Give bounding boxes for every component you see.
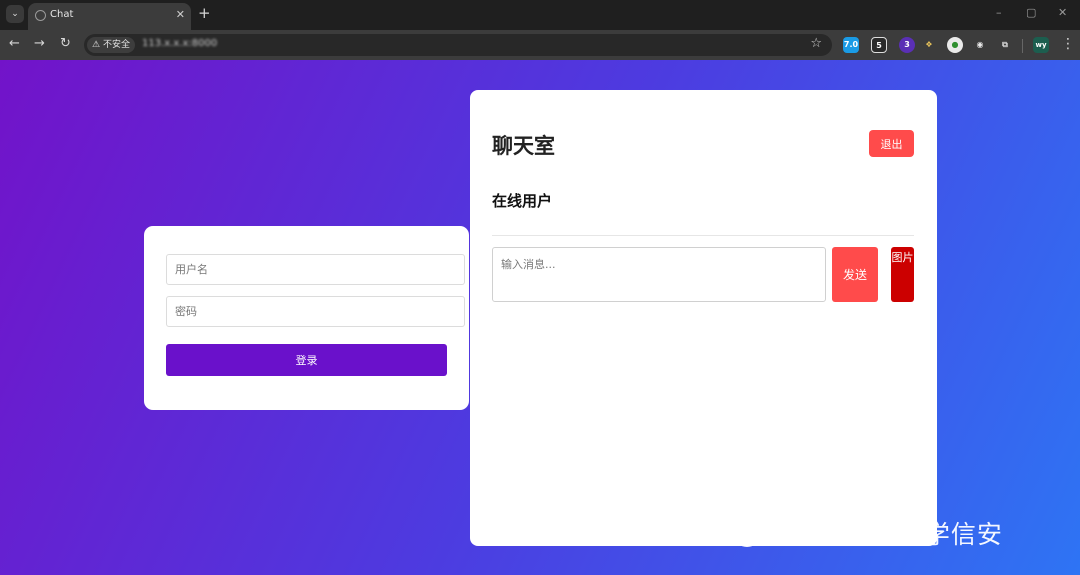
address-bar[interactable]: ⚠ 不安全 113.x.x.x:8000 ☆ xyxy=(84,34,832,56)
extension-icon[interactable]: 7.0 xyxy=(843,37,859,53)
password-input[interactable] xyxy=(166,296,465,327)
browser-tab[interactable]: Chat ✕ xyxy=(28,3,191,30)
extension-icon[interactable]: 3 xyxy=(899,37,915,53)
security-indicator[interactable]: ⚠ 不安全 xyxy=(87,37,135,53)
security-label: 不安全 xyxy=(102,40,130,50)
toolbar-divider xyxy=(1022,39,1023,53)
browser-toolbar: ← → ↻ ⚠ 不安全 113.x.x.x:8000 ☆ 7.0 5 3 ❖ ●… xyxy=(0,30,1080,60)
page-background: 登录 聊天室 退出 在线用户 发送 图片 公众号 · 菜鸟学信安 xyxy=(0,60,1080,575)
tab-search-button[interactable]: ⌄ xyxy=(6,5,24,23)
tab-close-button[interactable]: ✕ xyxy=(176,8,185,21)
watermark-text: 公众号 · 菜鸟学信安 xyxy=(768,520,1003,549)
browser-tab-bar: ⌄ Chat ✕ + – ▢ ✕ xyxy=(0,0,1080,30)
bookmark-star-icon[interactable]: ☆ xyxy=(810,36,822,51)
puzzle-icon[interactable]: ⧉ xyxy=(997,37,1013,53)
back-arrow-icon[interactable]: ← xyxy=(9,36,20,51)
profile-avatar[interactable]: wy xyxy=(1033,37,1049,53)
send-button[interactable]: 发送 xyxy=(832,247,878,302)
divider xyxy=(492,235,914,236)
logout-button[interactable]: 退出 xyxy=(869,130,914,157)
tab-title: Chat xyxy=(50,9,74,20)
extension-icon[interactable]: ❖ xyxy=(921,37,937,53)
message-input[interactable] xyxy=(492,247,826,302)
extension-icon[interactable]: ● xyxy=(947,37,963,53)
image-upload-button[interactable]: 图片 xyxy=(891,247,914,302)
watermark: 公众号 · 菜鸟学信安 xyxy=(722,513,1003,553)
close-window-button[interactable]: ✕ xyxy=(1058,6,1067,19)
globe-icon xyxy=(35,10,46,21)
restore-button[interactable]: ▢ xyxy=(1026,6,1036,19)
login-button[interactable]: 登录 xyxy=(166,344,447,376)
new-tab-button[interactable]: + xyxy=(198,4,211,22)
url-text: 113.x.x.x:8000 xyxy=(142,38,218,49)
reload-icon[interactable]: ↻ xyxy=(60,36,71,51)
wechat-icon xyxy=(722,518,760,548)
extension-icon[interactable]: 5 xyxy=(871,37,887,53)
chat-room-panel: 聊天室 退出 在线用户 发送 图片 xyxy=(470,90,937,546)
page-title: 聊天室 xyxy=(492,134,555,158)
username-input[interactable] xyxy=(166,254,465,285)
more-menu-icon[interactable]: ⋮ xyxy=(1061,36,1075,52)
online-users-heading: 在线用户 xyxy=(492,192,553,210)
login-form: 登录 xyxy=(144,226,469,410)
forward-arrow-icon[interactable]: → xyxy=(34,36,45,51)
extension-icon[interactable]: ◉ xyxy=(972,37,988,53)
minimize-button[interactable]: – xyxy=(996,6,1002,19)
